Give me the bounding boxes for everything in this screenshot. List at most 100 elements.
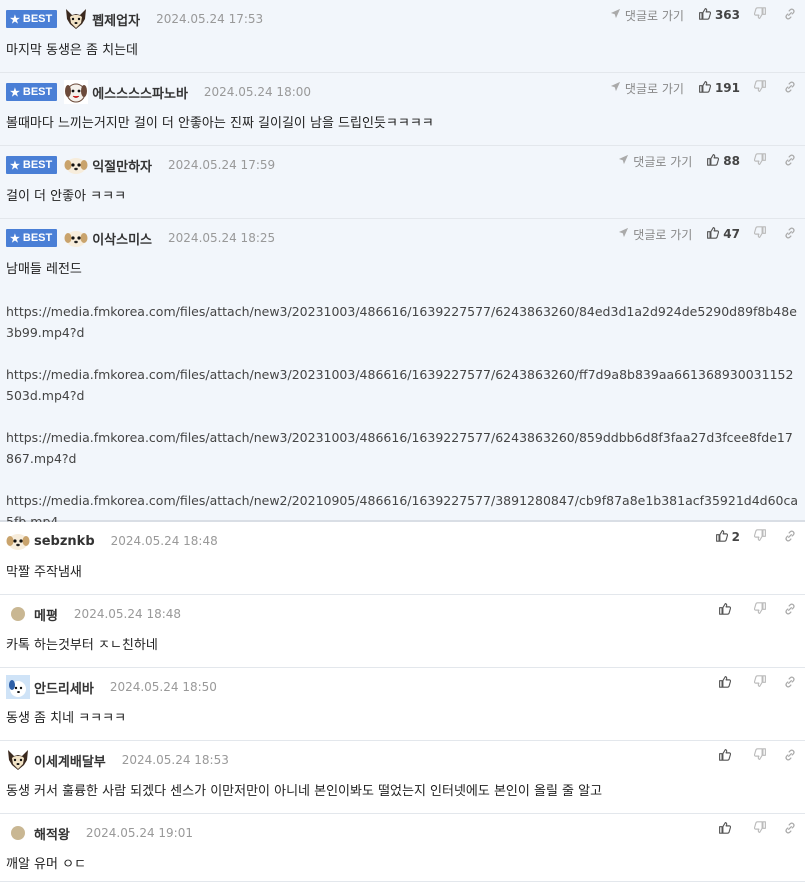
thumbs-up-icon — [706, 153, 723, 169]
author-nickname[interactable]: sebznkb — [34, 534, 95, 549]
media-url[interactable]: https://media.fmkorea.com/files/attach/n… — [6, 364, 799, 406]
author-nickname[interactable]: 에스스스스파노바 — [92, 83, 188, 102]
comment-date: 2024.05.24 18:48 — [73, 607, 182, 621]
comment-text: 깨알 유머 ㅇㄷ — [6, 857, 87, 872]
best-badge-label: BEST — [22, 13, 53, 25]
avatar[interactable] — [64, 153, 88, 177]
avatar[interactable] — [6, 675, 30, 699]
avatar[interactable] — [6, 748, 30, 772]
media-url[interactable]: https://media.fmkorea.com/files/attach/n… — [6, 301, 799, 343]
author-nickname[interactable]: 메평 — [34, 605, 58, 624]
best-comment: ★ BEST 펩제업자 2024.05.24 17:53 댓글로 가기 363 마지막 동생… — [0, 0, 805, 73]
best-badge: ★ BEST — [6, 156, 58, 174]
downvote-button[interactable] — [753, 529, 767, 545]
upvote-button[interactable] — [718, 821, 740, 837]
copy-link-button[interactable] — [783, 226, 797, 243]
upvote-button[interactable]: 191 — [698, 80, 740, 96]
thumbs-up-icon — [715, 529, 732, 545]
downvote-button[interactable] — [753, 153, 767, 169]
copy-link-button[interactable] — [783, 602, 797, 619]
thumbs-down-icon — [753, 7, 767, 23]
link-icon — [783, 602, 797, 619]
comment-text: 동생 좀 치네 ㅋㅋㅋㅋ — [6, 711, 127, 726]
comment-text: 걸이 더 안좋아 ㅋㅋㅋ — [6, 189, 127, 204]
comment-text: 막짤 주작냄새 — [6, 565, 82, 580]
comment-header: 안드리세바 2024.05.24 18:50 — [6, 675, 217, 699]
thumbs-up-icon — [718, 748, 735, 764]
location-arrow-icon — [610, 8, 625, 22]
upvote-button[interactable] — [718, 675, 740, 691]
comment-date: 2024.05.24 18:25 — [168, 231, 276, 245]
upvote-button[interactable]: 88 — [706, 153, 740, 169]
upvote-button[interactable]: 2 — [715, 529, 740, 545]
author-nickname[interactable]: 이삭스미스 — [92, 229, 152, 248]
downvote-button[interactable] — [753, 821, 767, 837]
comment-body: 막짤 주작냄새 — [6, 562, 799, 583]
upvote-button[interactable] — [718, 602, 740, 618]
downvote-button[interactable] — [753, 80, 767, 96]
author-nickname[interactable]: 익절만하자 — [92, 156, 152, 175]
go-to-reply-link[interactable]: 댓글로 가기 — [618, 153, 692, 170]
copy-link-button[interactable] — [783, 748, 797, 765]
downvote-button[interactable] — [753, 675, 767, 691]
comment-list: ★ BEST 펩제업자 2024.05.24 17:53 댓글로 가기 363 마지막 동생… — [0, 0, 805, 882]
avatar[interactable] — [11, 607, 25, 621]
best-badge-label: BEST — [22, 159, 53, 171]
copy-link-button[interactable] — [783, 675, 797, 692]
go-to-reply-link[interactable]: 댓글로 가기 — [618, 226, 692, 243]
upvote-button[interactable]: 47 — [706, 226, 740, 242]
comment-actions: 댓글로 가기 47 — [618, 224, 797, 244]
go-to-reply-link[interactable]: 댓글로 가기 — [610, 7, 684, 24]
go-to-reply-label: 댓글로 가기 — [633, 227, 693, 242]
comment-date: 2024.05.24 18:48 — [110, 534, 218, 548]
avatar[interactable] — [11, 826, 25, 840]
avatar[interactable] — [64, 226, 88, 250]
copy-link-button[interactable] — [783, 821, 797, 838]
thumbs-up-icon — [698, 7, 715, 23]
media-url[interactable]: https://media.fmkorea.com/files/attach/n… — [6, 427, 799, 469]
comment: 해적왕 2024.05.24 19:01 깨알 유머 ㅇㄷ — [0, 814, 805, 882]
go-to-reply-link[interactable]: 댓글로 가기 — [610, 80, 684, 97]
go-to-reply-label: 댓글로 가기 — [624, 81, 684, 96]
author-nickname[interactable]: 펩제업자 — [92, 10, 140, 29]
author-nickname[interactable]: 해적왕 — [34, 824, 70, 843]
link-icon — [783, 675, 797, 692]
thumbs-down-icon — [753, 80, 767, 96]
comment-date: 2024.05.24 19:01 — [85, 826, 193, 840]
avatar[interactable] — [64, 80, 89, 104]
comment-header: 메평 2024.05.24 18:48 — [6, 602, 181, 626]
author-nickname[interactable]: 이세계배달부 — [34, 751, 106, 770]
downvote-button[interactable] — [753, 748, 767, 764]
go-to-reply-label: 댓글로 가기 — [633, 154, 693, 169]
comment-text: 남매들 레전드 — [6, 262, 82, 277]
upvote-button[interactable] — [718, 748, 740, 764]
comment: 이세계배달부 2024.05.24 18:53 동생 커서 훌륭한 사람 되겠다 센… — [0, 741, 805, 814]
upvote-button[interactable]: 363 — [698, 7, 740, 23]
thumbs-down-icon — [753, 602, 767, 618]
comment-body: 카톡 하는것부터 ㅈㄴ친하네 — [6, 635, 799, 656]
copy-link-button[interactable] — [783, 7, 797, 24]
copy-link-button[interactable] — [783, 153, 797, 170]
downvote-button[interactable] — [753, 7, 767, 23]
comment-actions — [718, 746, 797, 766]
avatar[interactable] — [6, 529, 30, 553]
link-icon — [783, 821, 797, 838]
downvote-button[interactable] — [753, 226, 767, 242]
copy-link-button[interactable] — [783, 80, 797, 97]
go-to-reply-label: 댓글로 가기 — [624, 8, 684, 23]
comment: 안드리세바 2024.05.24 18:50 동생 좀 치네 ㅋㅋㅋㅋ — [0, 668, 805, 741]
comment-date: 2024.05.24 18:53 — [121, 753, 229, 767]
downvote-button[interactable] — [753, 602, 767, 618]
comment-body: 동생 커서 훌륭한 사람 되겠다 센스가 이만저만이 아니네 본인이봐도 떨었는… — [6, 781, 799, 802]
star-icon: ★ — [10, 13, 20, 26]
location-arrow-icon — [618, 154, 633, 168]
thumbs-down-icon — [753, 153, 767, 169]
comment-text: 동생 커서 훌륭한 사람 되겠다 센스가 이만저만이 아니네 본인이봐도 떨었는… — [6, 784, 603, 799]
best-badge-label: BEST — [22, 232, 53, 244]
author-nickname[interactable]: 안드리세바 — [34, 678, 94, 697]
comment-date: 2024.05.24 17:59 — [168, 158, 276, 172]
comment-body: 볼때마다 느끼는거지만 걸이 더 안좋아는 진짜 길이길이 남을 드립인듯ㅋㅋㅋ… — [6, 113, 799, 134]
comment-body: 남매들 레전드 https://media.fmkorea.com/files/a… — [6, 259, 799, 532]
copy-link-button[interactable] — [783, 529, 797, 546]
avatar[interactable] — [64, 7, 88, 31]
